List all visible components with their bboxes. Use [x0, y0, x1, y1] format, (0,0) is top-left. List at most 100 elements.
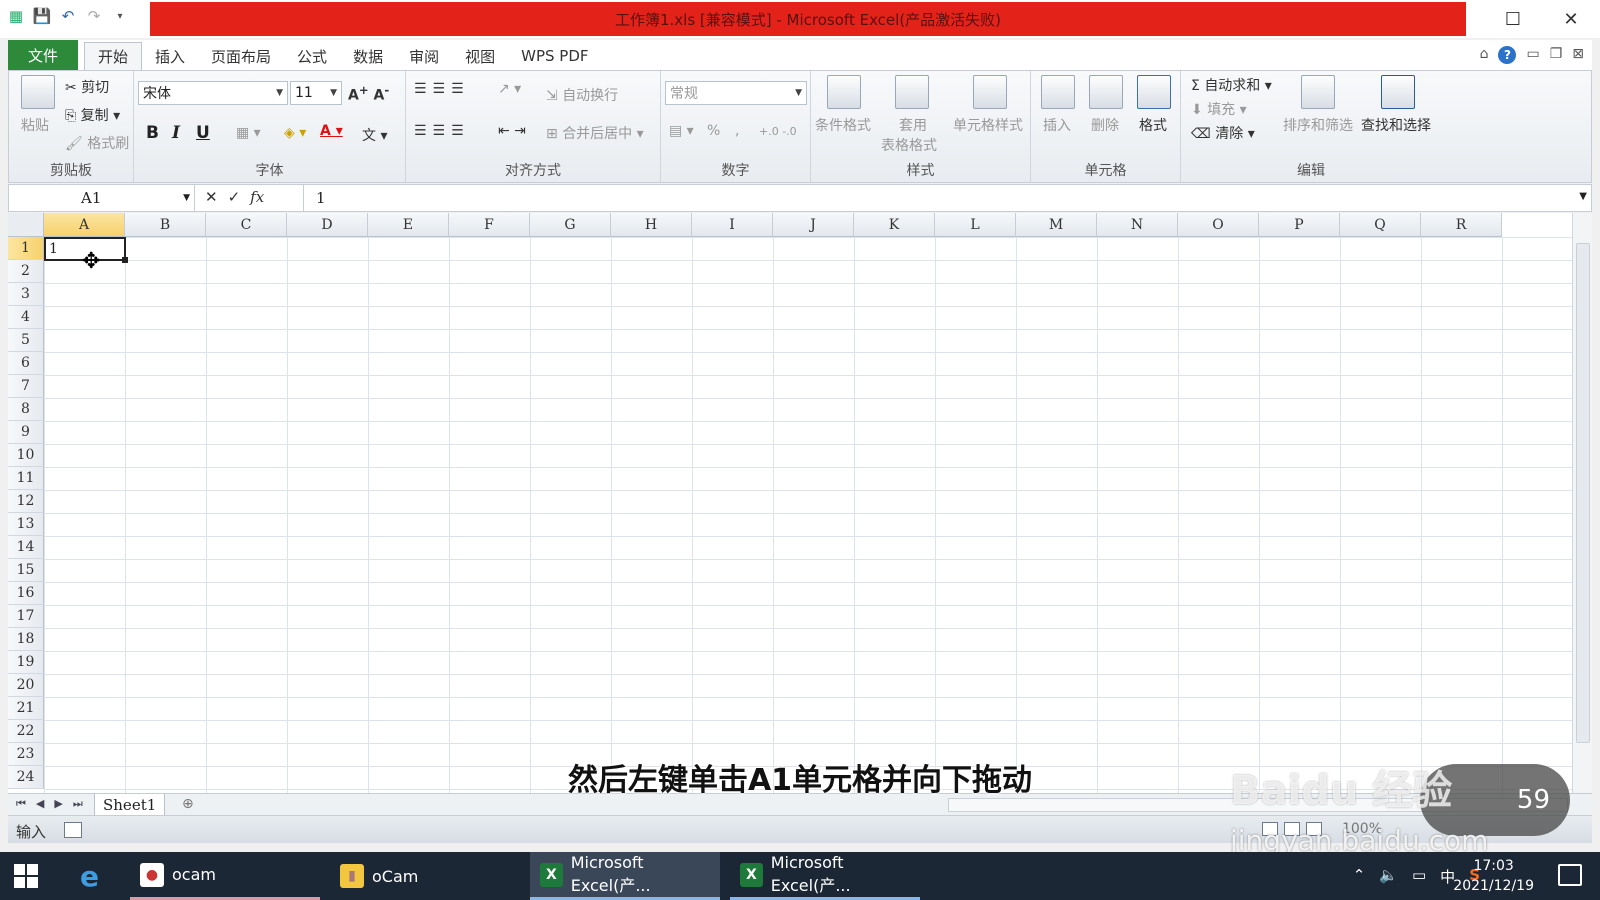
row-header[interactable]: 15: [8, 559, 44, 582]
cell-area[interactable]: [44, 237, 1572, 793]
phonetic-icon[interactable]: 文 ▾: [362, 125, 387, 145]
insert-cells-icon[interactable]: [1041, 75, 1075, 109]
conditional-format-icon[interactable]: [827, 75, 861, 109]
column-header[interactable]: L: [935, 213, 1016, 237]
name-box[interactable]: A1 ▼: [9, 185, 195, 211]
help-icon[interactable]: ?: [1498, 46, 1517, 64]
row-header[interactable]: 11: [8, 467, 44, 490]
tab-file[interactable]: 文件: [8, 40, 78, 70]
last-sheet-icon[interactable]: ⏭: [73, 797, 83, 811]
row-header[interactable]: 14: [8, 536, 44, 559]
indent-icons[interactable]: ⇤ ⇥: [498, 123, 526, 139]
grow-font-icon[interactable]: A+ A-: [348, 83, 389, 104]
clear-button[interactable]: ⌫ 清除 ▾: [1191, 123, 1255, 143]
sort-filter-button[interactable]: 排序和筛选: [1283, 115, 1353, 135]
row-header[interactable]: 12: [8, 490, 44, 513]
column-header[interactable]: H: [611, 213, 692, 237]
windows-start-icon[interactable]: [14, 864, 38, 888]
column-header[interactable]: G: [530, 213, 611, 237]
doc-restore-icon[interactable]: ❐: [1550, 46, 1563, 64]
font-color-icon[interactable]: A ▾: [320, 123, 343, 139]
worksheet-grid[interactable]: ABCDEFGHIJKLMNOPQR 1 2 3 4 5 6 7 8 9 10 11 12 13 14 15…: [8, 213, 1572, 793]
edge-browser-icon[interactable]: e: [80, 860, 99, 893]
row-header[interactable]: 23: [8, 743, 44, 766]
orientation-icon[interactable]: ↗ ▾: [498, 81, 521, 97]
taskbar-ocam-app[interactable]: ● ocam: [130, 852, 320, 900]
autosum-button[interactable]: Σ 自动求和 ▾: [1191, 75, 1272, 95]
save-icon[interactable]: 💾: [32, 6, 52, 26]
table-format-icon[interactable]: [895, 75, 929, 109]
redo-icon[interactable]: ↷: [84, 6, 104, 26]
ribbon-collapse-icon[interactable]: ⌂: [1480, 46, 1489, 64]
sort-filter-icon[interactable]: [1301, 75, 1335, 109]
column-header[interactable]: E: [368, 213, 449, 237]
table-format-label-2[interactable]: 表格格式: [881, 135, 937, 155]
currency-icon[interactable]: ▤ ▾: [669, 123, 694, 139]
customize-qat-icon[interactable]: ▾: [110, 6, 130, 26]
notification-center-icon[interactable]: [1558, 864, 1582, 886]
italic-button[interactable]: I: [172, 123, 180, 143]
row-header[interactable]: 4: [8, 306, 44, 329]
conditional-format-button[interactable]: 条件格式: [815, 115, 871, 135]
row-header[interactable]: 6: [8, 352, 44, 375]
next-sheet-icon[interactable]: ▶: [54, 797, 62, 811]
doc-minimize-icon[interactable]: ▭: [1526, 46, 1539, 64]
row-header[interactable]: 10: [8, 444, 44, 467]
decimal-icons[interactable]: +.0 -.0: [759, 125, 797, 138]
borders-icon[interactable]: ▦ ▾: [236, 125, 261, 141]
tab-review[interactable]: 审阅: [396, 42, 452, 70]
formula-input[interactable]: 1: [303, 185, 1543, 211]
close-button[interactable]: ✕: [1542, 0, 1600, 38]
column-header[interactable]: R: [1421, 213, 1502, 237]
delete-cells-icon[interactable]: [1089, 75, 1123, 109]
column-header[interactable]: O: [1178, 213, 1259, 237]
binoculars-icon[interactable]: [1381, 75, 1415, 109]
doc-close-icon[interactable]: ⊠: [1572, 46, 1584, 64]
format-cells-button[interactable]: 格式: [1139, 115, 1167, 135]
fill-button[interactable]: ⬇ 填充 ▾: [1191, 99, 1247, 119]
column-header[interactable]: M: [1016, 213, 1097, 237]
prev-sheet-icon[interactable]: ◀: [36, 797, 44, 811]
network-icon[interactable]: ▭: [1412, 866, 1426, 887]
row-header[interactable]: 7: [8, 375, 44, 398]
merge-center-button[interactable]: ⊞ 合并后居中 ▾: [546, 123, 644, 143]
paste-icon[interactable]: [21, 75, 55, 109]
column-header[interactable]: J: [773, 213, 854, 237]
tab-insert[interactable]: 插入: [142, 42, 198, 70]
tab-wps-pdf[interactable]: WPS PDF: [508, 42, 601, 70]
delete-cells-button[interactable]: 删除: [1091, 115, 1119, 135]
vertical-scroll-thumb[interactable]: [1576, 243, 1590, 743]
cell-styles-icon[interactable]: [973, 75, 1007, 109]
row-header[interactable]: 22: [8, 720, 44, 743]
row-header[interactable]: 21: [8, 697, 44, 720]
tab-page-layout[interactable]: 页面布局: [198, 42, 284, 70]
taskbar-ocam-folder[interactable]: ▮ oCam: [330, 852, 520, 900]
percent-button[interactable]: %: [707, 123, 720, 139]
row-header[interactable]: 20: [8, 674, 44, 697]
paste-button[interactable]: 粘贴: [21, 115, 49, 135]
fill-handle[interactable]: [122, 257, 128, 263]
table-format-label-1[interactable]: 套用: [899, 115, 927, 135]
row-header[interactable]: 3: [8, 283, 44, 306]
new-sheet-icon[interactable]: ⊕: [182, 796, 194, 812]
row-header[interactable]: 16: [8, 582, 44, 605]
row-header[interactable]: 19: [8, 651, 44, 674]
row-header[interactable]: 2: [8, 260, 44, 283]
vertical-align-icons[interactable]: ☰☰☰: [414, 81, 470, 97]
taskbar-excel-2[interactable]: X Microsoft Excel(产...: [730, 852, 920, 900]
fill-color-icon[interactable]: ◈ ▾: [284, 125, 306, 141]
volume-icon[interactable]: 🔈: [1379, 866, 1398, 887]
copy-button[interactable]: ⎘ 复制 ▾: [65, 105, 120, 125]
expand-formula-icon[interactable]: ▼: [1579, 191, 1587, 202]
horizontal-align-icons[interactable]: ☰☰☰: [414, 123, 470, 139]
column-header[interactable]: N: [1097, 213, 1178, 237]
column-header[interactable]: F: [449, 213, 530, 237]
row-header[interactable]: 13: [8, 513, 44, 536]
tab-data[interactable]: 数据: [340, 42, 396, 70]
undo-icon[interactable]: ↶: [58, 6, 78, 26]
row-header[interactable]: 1: [8, 237, 44, 260]
font-name-combo[interactable]: 宋体 ▼: [138, 81, 288, 105]
format-painter-button[interactable]: 🖌 格式刷: [65, 133, 129, 153]
tab-home[interactable]: 开始: [84, 42, 143, 70]
bold-button[interactable]: B: [146, 123, 159, 143]
